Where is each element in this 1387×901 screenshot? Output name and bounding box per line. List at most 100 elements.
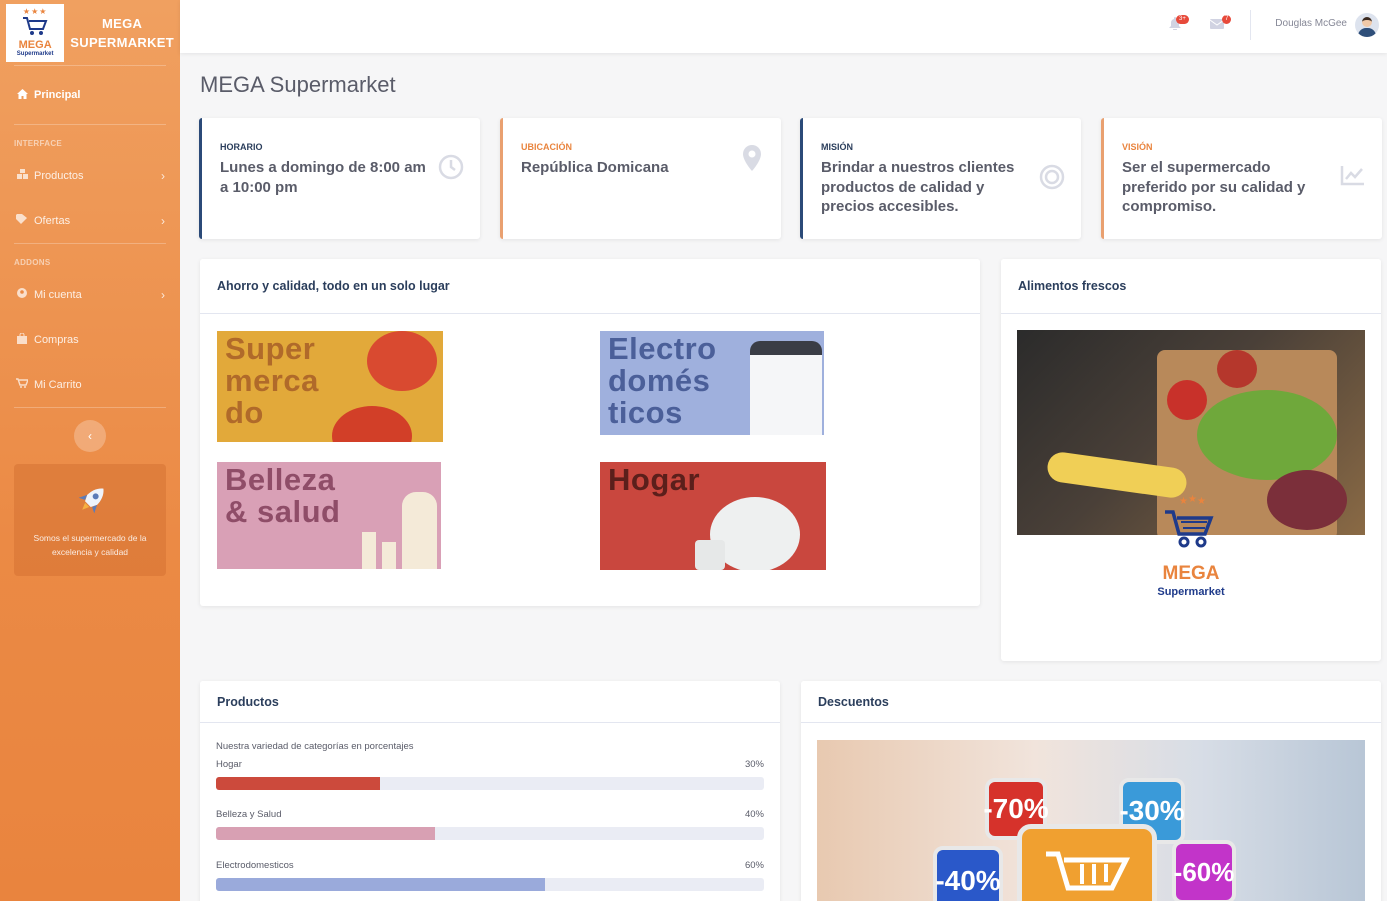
info-card-label: Ubicación xyxy=(521,142,572,152)
brand-name: MEGA SUPERMARKET xyxy=(70,14,174,52)
progress-fill xyxy=(216,878,545,891)
sidebar: ★★★ MEGA Supermarket MEGA SUPERMARKET Pr… xyxy=(0,0,180,901)
tile-label: Electro domés ticos xyxy=(608,331,717,430)
sidebar-item-ofertas[interactable]: Ofertas › xyxy=(0,198,180,243)
sidebar-item-mi-cuenta[interactable]: Mi cuenta › xyxy=(0,272,180,317)
progress-row: Hogar 30% xyxy=(216,759,764,790)
tile-label: Super merca do xyxy=(225,331,319,430)
appliance-icon xyxy=(750,341,822,435)
bottle-icon xyxy=(402,492,437,569)
info-card-value: Lunes a domingo de 8:00 am a 10:00 pm xyxy=(220,159,426,196)
progress-value: 30% xyxy=(744,759,764,770)
sidebar-item-label: Ofertas xyxy=(34,214,71,227)
info-card-label: Misión xyxy=(821,142,854,152)
card-header: Productos xyxy=(200,681,780,723)
sidebar-item-label: Productos xyxy=(34,169,84,182)
progress-label: Hogar xyxy=(216,759,242,770)
sidebar-heading-addons: ADDONS xyxy=(14,258,51,267)
progress-track xyxy=(216,827,764,840)
sidebar-item-label: Principal xyxy=(34,89,81,101)
clock-icon xyxy=(438,154,464,180)
mega-cart-logo-icon: ★ ★ ★ xyxy=(1161,494,1221,558)
progress-fill xyxy=(216,827,436,840)
products-card: Productos Nuestra variedad de categorías… xyxy=(200,681,780,901)
avatar-head xyxy=(1362,17,1372,27)
info-card-mision: Misión Brindar a nuestros clientes produ… xyxy=(800,118,1081,239)
card-header: Alimentos frescos xyxy=(1001,259,1381,314)
cart-badge-icon xyxy=(1017,824,1157,901)
progress-row: Electrodomesticos 60% xyxy=(216,860,764,891)
category-tile-hogar[interactable]: Hogar xyxy=(600,462,826,570)
sidebar-promo-text: Somos el supermercado de la excelencia y… xyxy=(33,533,147,557)
grapes xyxy=(1267,470,1347,530)
stars-icon: ★★★ xyxy=(22,6,48,16)
topbar: 3+ 7 Douglas McGee xyxy=(180,0,1387,53)
info-card-label: Visión xyxy=(1122,142,1153,152)
category-tile-belleza[interactable]: Belleza & salud xyxy=(217,462,441,569)
rocket-icon xyxy=(63,475,117,529)
brand-logo-sub: Supermarket xyxy=(16,50,54,57)
cubes-icon xyxy=(15,169,29,182)
fresh-logo-mega: MEGA xyxy=(1162,563,1220,584)
bottle-icon xyxy=(382,542,396,569)
cart-icon xyxy=(15,378,30,391)
chart-line-icon xyxy=(1340,164,1366,190)
progress-label: Electrodomesticos xyxy=(216,860,294,871)
tomato-icon xyxy=(367,331,437,391)
products-intro: Nuestra variedad de categorías en porcen… xyxy=(216,741,414,752)
brand-logo-mega: MEGA xyxy=(18,38,52,51)
sidebar-item-mi-carrito[interactable]: Mi Carrito xyxy=(0,362,180,407)
brand[interactable]: ★★★ MEGA Supermarket MEGA SUPERMARKET xyxy=(0,0,180,65)
cart-logo-icon xyxy=(22,16,48,40)
sidebar-item-label: Compras xyxy=(34,333,79,346)
topbar-divider xyxy=(1250,10,1251,40)
lettuce xyxy=(1197,390,1337,480)
progress-row: Belleza y Salud 40% xyxy=(216,809,764,840)
progress-value: 40% xyxy=(744,809,764,820)
user-name[interactable]: Douglas McGee xyxy=(1275,18,1347,29)
progress-track xyxy=(216,878,764,891)
apple xyxy=(1217,350,1257,388)
progress-fill xyxy=(216,777,381,790)
category-tile-supermercado[interactable]: Super merca do xyxy=(217,331,443,442)
avatar-body xyxy=(1358,28,1376,37)
sidebar-item-label: Mi Carrito xyxy=(34,378,82,391)
categories-card: Ahorro y calidad, todo en un solo lugar … xyxy=(200,259,980,606)
alerts-badge: 3+ xyxy=(1176,15,1189,24)
sidebar-divider xyxy=(14,407,166,408)
sidebar-promo: Somos el supermercado de la excelencia y… xyxy=(14,464,166,576)
brand-logo: ★★★ MEGA Supermarket xyxy=(6,3,65,62)
avatar[interactable] xyxy=(1355,13,1379,37)
brand-name-line1: MEGA xyxy=(102,15,143,31)
svg-text:★: ★ xyxy=(1179,496,1188,507)
chevron-right-icon: › xyxy=(161,287,165,302)
shopping-bag-icon xyxy=(15,332,29,347)
tag-icon xyxy=(15,214,29,227)
svg-text:★: ★ xyxy=(1197,496,1206,507)
sidebar-item-productos[interactable]: Productos › xyxy=(0,153,180,198)
info-card-value: República Domicana xyxy=(521,159,669,176)
fresh-food-card: Alimentos frescos ★ ★ ★ MEGA Supermarket xyxy=(1001,259,1381,661)
category-tile-electrodomesticos[interactable]: Electro domés ticos xyxy=(600,331,824,435)
discounts-image: -70% -30% -40% -60% xyxy=(817,740,1365,901)
pepper xyxy=(1167,380,1207,420)
home-icon xyxy=(15,88,29,102)
chevron-right-icon: › xyxy=(161,168,165,183)
info-card-value: Brindar a nuestros clientes productos de… xyxy=(821,159,1015,215)
messages-badge: 7 xyxy=(1222,15,1232,24)
user-circle-icon xyxy=(15,288,29,301)
bullseye-icon xyxy=(1039,164,1065,190)
sidebar-item-principal[interactable]: Principal xyxy=(0,66,180,124)
info-card-horario: Horario Lunes a domingo de 8:00 am a 10:… xyxy=(199,118,480,239)
cup-icon xyxy=(695,540,725,570)
svg-text:★: ★ xyxy=(1188,494,1197,505)
chevron-right-icon: › xyxy=(161,213,165,228)
card-header: Ahorro y calidad, todo en un solo lugar xyxy=(200,259,980,314)
sidebar-toggle-button[interactable]: ‹ xyxy=(74,420,106,452)
sidebar-heading-interface: INTERFACE xyxy=(14,139,63,148)
sidebar-item-label: Mi cuenta xyxy=(34,288,82,301)
card-header: Descuentos xyxy=(801,681,1381,723)
sidebar-item-compras[interactable]: Compras xyxy=(0,317,180,362)
chevron-left-icon: ‹ xyxy=(88,429,92,443)
bottle-icon xyxy=(362,532,376,569)
